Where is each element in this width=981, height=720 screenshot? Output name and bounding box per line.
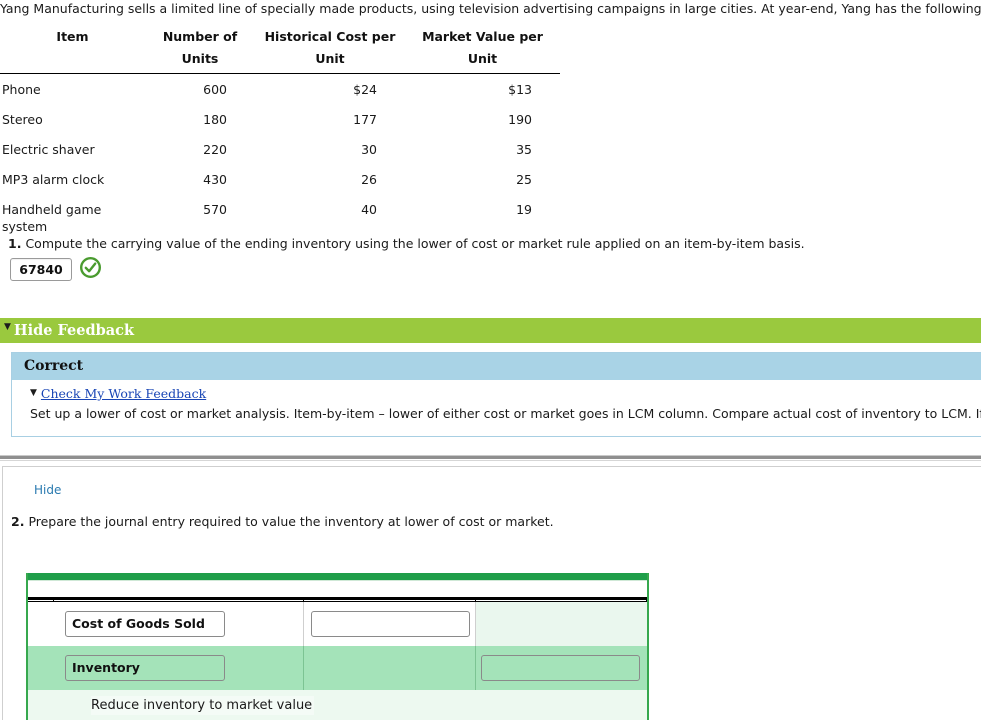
- table-row: Phone 600 $24 $13: [0, 73, 560, 104]
- feedback-text: Set up a lower of cost or market analysi…: [30, 406, 981, 421]
- table-row: Handheld game 570 40 19: [0, 194, 560, 218]
- cell-item: MP3 alarm clock: [2, 171, 105, 187]
- hide-link-q2[interactable]: Hide: [34, 483, 61, 497]
- cell-market: 25: [516, 171, 532, 187]
- question-2-text: Prepare the journal entry required to va…: [28, 514, 554, 529]
- table-header-line2: Units Unit Unit: [0, 47, 560, 69]
- cell-market: 35: [516, 141, 532, 157]
- header-market-l2: Unit: [467, 51, 498, 66]
- collapse-triangle-icon: ▼: [30, 388, 37, 398]
- rule-seg-account: [54, 600, 304, 601]
- question-2-number: 2.: [11, 514, 25, 529]
- separator-line-bottom: [0, 460, 981, 461]
- account-input-1[interactable]: Cost of Goods Sold: [65, 611, 225, 637]
- cell-units: 430: [203, 171, 227, 187]
- question-1-answer-row: 67840: [10, 256, 102, 282]
- header-item-l2: [0, 47, 145, 69]
- question-1-number: 1.: [8, 236, 22, 251]
- check-my-work-link[interactable]: Check My Work Feedback: [41, 386, 206, 401]
- question-2: 2. Prepare the journal entry required to…: [11, 514, 554, 529]
- cell-units: 600: [203, 81, 227, 97]
- journal-cell-memo: Reduce inventory to market value: [54, 690, 647, 720]
- journal-header-blank: [28, 581, 647, 597]
- credit-input-2[interactable]: [481, 655, 640, 681]
- journal-cell-debit: [304, 602, 476, 646]
- feedback-panel: Correct ▼ Check My Work Feedback Set up …: [11, 352, 981, 437]
- rule-seg-gutter: [28, 600, 54, 601]
- intro-paragraph: Yang Manufacturing sells a limited line …: [0, 1, 981, 16]
- account-input-2[interactable]: Inventory: [65, 655, 225, 681]
- journal-top-bar: [28, 573, 647, 580]
- cell-market: 19: [516, 201, 532, 217]
- cell-cost: 26: [361, 171, 377, 187]
- check-my-work-row[interactable]: ▼ Check My Work Feedback: [30, 386, 981, 401]
- table-row: MP3 alarm clock 430 26 25: [0, 164, 560, 194]
- journal-row-gutter: [28, 602, 54, 646]
- journal-row-memo: Reduce inventory to market value: [28, 690, 647, 720]
- feedback-body: ▼ Check My Work Feedback Set up a lower …: [12, 380, 981, 436]
- rule-seg-debit: [304, 600, 476, 601]
- hide-feedback-label: Hide Feedback: [13, 322, 135, 339]
- cell-item: Stereo: [2, 111, 43, 127]
- journal-cell-credit: [476, 646, 647, 690]
- cell-cost: $24: [353, 81, 377, 97]
- separator-line-mid: [0, 456, 981, 459]
- header-market: Market Value per: [422, 29, 543, 44]
- question-1-text: Compute the carrying value of the ending…: [25, 236, 805, 251]
- journal-row-gutter: [28, 690, 54, 720]
- cell-item: Handheld game: [2, 201, 102, 217]
- journal-header-row: [28, 580, 647, 599]
- assignment-page: Yang Manufacturing sells a limited line …: [0, 0, 981, 720]
- question-1: 1. Compute the carrying value of the end…: [8, 236, 805, 251]
- journal-row-debit: Cost of Goods Sold: [28, 602, 647, 646]
- cell-cost: 177: [353, 111, 377, 127]
- memo-text[interactable]: Reduce inventory to market value: [91, 696, 315, 715]
- hide-feedback-bar[interactable]: ▼ Hide Feedback: [0, 318, 981, 343]
- inventory-data-table: Item Number of Historical Cost per Marke…: [0, 25, 560, 239]
- journal-row-credit: Inventory: [28, 646, 647, 690]
- cell-units: 570: [203, 201, 227, 217]
- cell-units: 180: [203, 111, 227, 127]
- header-units: Number of: [162, 29, 238, 44]
- journal-cell-debit: [304, 646, 476, 690]
- cell-cost: 40: [361, 201, 377, 217]
- cell-market: 190: [508, 111, 532, 127]
- correct-check-icon: [79, 256, 102, 282]
- journal-row-gutter: [28, 646, 54, 690]
- header-units-l2: Units: [181, 51, 219, 66]
- cell-units: 220: [203, 141, 227, 157]
- table-row: Electric shaver 220 30 35: [0, 134, 560, 164]
- collapse-triangle-icon: ▼: [4, 321, 11, 332]
- cell-item: Electric shaver: [2, 141, 95, 157]
- inventory-table-body: Phone 600 $24 $13 Stereo 180 177 190 Ele…: [0, 73, 560, 239]
- cell-cost: 30: [361, 141, 377, 157]
- header-historical: Historical Cost per: [264, 29, 396, 44]
- cell-market: $13: [508, 81, 532, 97]
- section-separator: [0, 455, 981, 465]
- header-item: Item: [56, 29, 89, 44]
- journal-cell-credit: [476, 602, 647, 646]
- cell-item: Phone: [2, 81, 41, 97]
- answer-input-q1[interactable]: 67840: [10, 258, 72, 281]
- feedback-status-heading: Correct: [12, 353, 981, 380]
- rule-seg-credit: [476, 600, 647, 601]
- table-header-line1: Item Number of Historical Cost per Marke…: [0, 25, 560, 47]
- table-row: Stereo 180 177 190: [0, 104, 560, 134]
- journal-cell-account: Inventory: [54, 646, 323, 690]
- debit-input-1[interactable]: [311, 611, 470, 637]
- journal-entry-table: Cost of Goods Sold Inventory Reduce inve…: [26, 573, 649, 720]
- journal-cell-account: Cost of Goods Sold: [54, 602, 323, 646]
- header-historical-l2: Unit: [315, 51, 345, 66]
